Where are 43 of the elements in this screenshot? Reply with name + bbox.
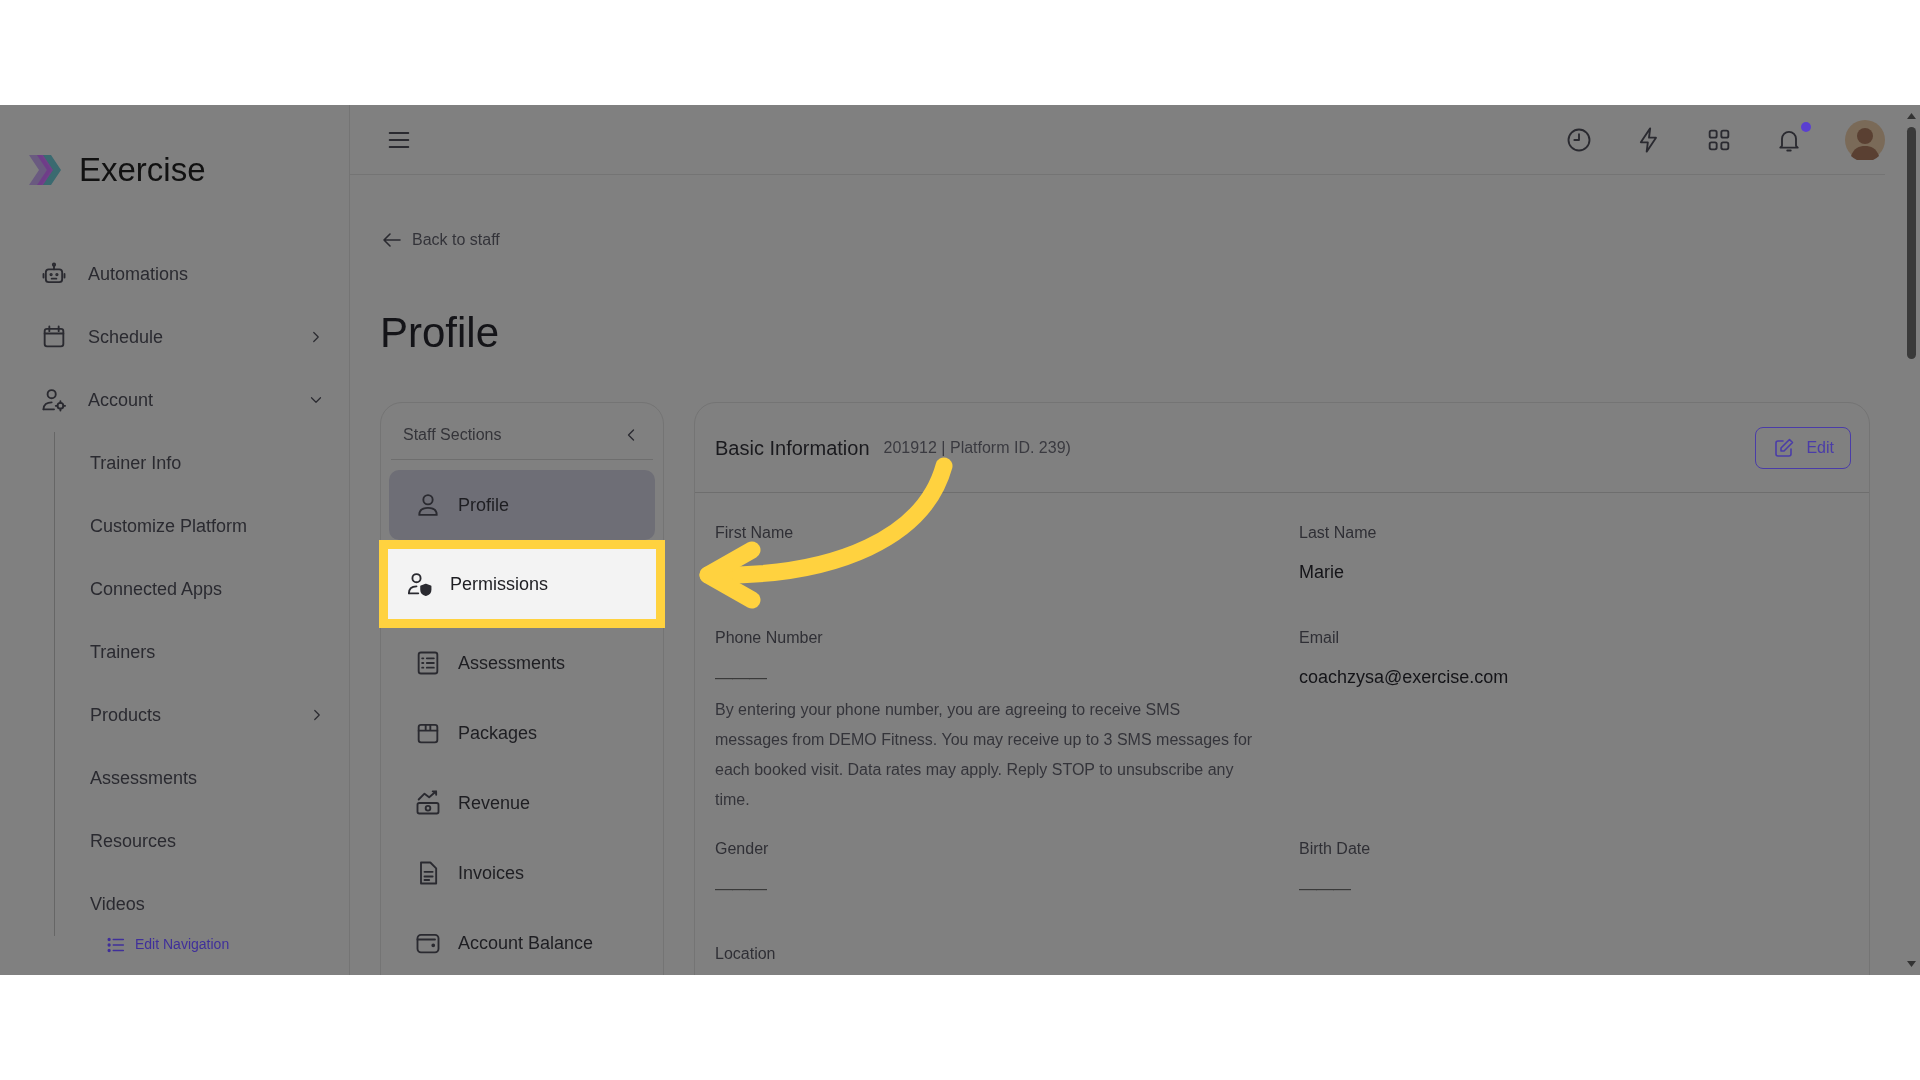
field-value: ——— <box>715 877 766 900</box>
back-link[interactable]: Back to staff <box>380 228 500 252</box>
section-item[interactable]: Invoices <box>389 838 655 908</box>
page-title: Profile <box>380 308 501 358</box>
nav-item[interactable]: Trainers <box>55 620 326 684</box>
brand-name: Exercise <box>79 150 206 190</box>
field-value: ——— <box>715 666 766 689</box>
card-subtitle: 201912 | Platform ID. 239) <box>883 437 1071 458</box>
field-label: Birth Date <box>1299 839 1371 859</box>
nav-item[interactable]: Resources <box>55 809 326 873</box>
field-value: Marie <box>1299 561 1344 584</box>
edit-button[interactable]: Edit <box>1755 426 1851 469</box>
nav-item[interactable]: Trainer Info <box>55 431 326 495</box>
nav-item[interactable]: Products <box>55 683 326 747</box>
field-value: coachzysa@exercise.com <box>1299 666 1509 689</box>
nav-item[interactable]: Schedule <box>25 305 325 369</box>
field-label: Gender <box>715 839 769 859</box>
edit-navigation-link[interactable]: Edit Navigation <box>105 933 349 956</box>
section-item[interactable]: Profile <box>389 470 655 540</box>
nav-item[interactable]: Assessments <box>55 746 326 810</box>
nav-item[interactable]: Customize Platform <box>55 494 326 558</box>
section-item[interactable]: Revenue <box>389 768 655 838</box>
nav-item[interactable]: Automations <box>25 242 325 306</box>
nav-item[interactable]: Account <box>25 368 325 432</box>
card-title: Basic Information <box>715 435 870 461</box>
panel-title: Staff Sections <box>403 425 502 445</box>
section-item[interactable]: Permissions <box>388 549 656 619</box>
field-label: Phone Number <box>715 628 823 648</box>
consent-note: By entering your phone number, you are agreeing to receive SMS messages from DEMO Fitness. You may receive up to 3 SMS messages for each booked visit. Data rates may apply. Reply STOP to unsubscribe any time. <box>715 700 1254 810</box>
user-gear-icon <box>40 386 68 414</box>
field-label: Location <box>715 944 776 964</box>
avatar[interactable] <box>1845 119 1885 160</box>
user-shield-icon <box>406 570 434 598</box>
section-item[interactable]: Packages <box>389 698 655 768</box>
field-label: Email <box>1299 628 1339 648</box>
nav-item[interactable]: Videos <box>55 872 326 936</box>
section-item[interactable]: Assessments <box>389 628 655 698</box>
nav-item[interactable]: Connected Apps <box>55 557 326 621</box>
money-chart-icon <box>414 789 442 817</box>
field-label: First Name <box>715 523 794 543</box>
section-item[interactable]: Account Balance <box>389 908 655 975</box>
field-value: ——— <box>1299 877 1350 900</box>
field-label: Last Name <box>1299 523 1377 543</box>
